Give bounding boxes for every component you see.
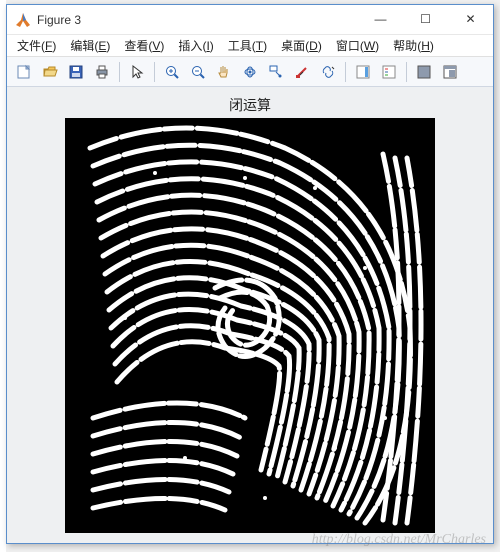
brush-icon [294, 64, 310, 80]
brush-button[interactable] [290, 60, 314, 84]
minimize-button[interactable]: — [358, 5, 403, 33]
menu-desktop[interactable]: 桌面(D) [275, 35, 328, 56]
data-cursor-button[interactable] [264, 60, 288, 84]
figure-window: Figure 3 — ☐ ✕ 文件(F) 编辑(E) 查看(V) 插入(I) 工… [6, 4, 494, 544]
insert-colorbar-button[interactable] [351, 60, 375, 84]
insert-legend-button[interactable] [377, 60, 401, 84]
new-figure-button[interactable] [12, 60, 36, 84]
matlab-app-icon [15, 12, 31, 28]
axes-title: 闭运算 [229, 95, 271, 115]
titlebar: Figure 3 — ☐ ✕ [7, 5, 493, 35]
data-cursor-icon [268, 64, 284, 80]
menu-file[interactable]: 文件(F) [11, 35, 62, 56]
hide-plot-tools-button[interactable] [412, 60, 436, 84]
toolbar-separator [345, 62, 346, 82]
menubar: 文件(F) 编辑(E) 查看(V) 插入(I) 工具(T) 桌面(D) 窗口(W… [7, 35, 493, 57]
figure-client-area: 闭运算 [7, 87, 493, 543]
save-icon [68, 64, 84, 80]
link-icon [320, 64, 336, 80]
maximize-icon: ☐ [420, 12, 431, 26]
print-button[interactable] [90, 60, 114, 84]
zoom-out-button[interactable] [186, 60, 210, 84]
menu-edit[interactable]: 编辑(E) [64, 35, 116, 56]
minimize-icon: — [375, 12, 387, 26]
edit-plot-button[interactable] [125, 60, 149, 84]
pan-button[interactable] [212, 60, 236, 84]
menu-view[interactable]: 查看(V) [118, 35, 170, 56]
print-icon [94, 64, 110, 80]
zoom-in-icon [164, 64, 180, 80]
toolbar-separator [406, 62, 407, 82]
maximize-button[interactable]: ☐ [403, 5, 448, 33]
toolbar-separator [119, 62, 120, 82]
colorbar-icon [355, 64, 371, 80]
rotate-3d-icon [242, 64, 258, 80]
toolbar [7, 57, 493, 87]
menu-insert[interactable]: 插入(I) [172, 35, 219, 56]
menu-tools[interactable]: 工具(T) [222, 35, 273, 56]
link-button[interactable] [316, 60, 340, 84]
window-title: Figure 3 [37, 13, 358, 27]
axes-image[interactable] [65, 118, 435, 533]
menu-help[interactable]: 帮助(H) [387, 35, 440, 56]
hide-tools-icon [416, 64, 432, 80]
show-plot-tools-button[interactable] [438, 60, 462, 84]
zoom-out-icon [190, 64, 206, 80]
zoom-in-button[interactable] [160, 60, 184, 84]
legend-icon [381, 64, 397, 80]
dock-icon [442, 64, 458, 80]
save-button[interactable] [64, 60, 88, 84]
close-button[interactable]: ✕ [448, 5, 493, 33]
menu-window[interactable]: 窗口(W) [330, 35, 385, 56]
window-controls: — ☐ ✕ [358, 5, 493, 34]
toolbar-separator [154, 62, 155, 82]
open-icon [42, 64, 58, 80]
new-figure-icon [16, 64, 32, 80]
pan-icon [216, 64, 232, 80]
fingerprint-image [65, 118, 435, 533]
open-button[interactable] [38, 60, 62, 84]
rotate-3d-button[interactable] [238, 60, 262, 84]
arrow-pointer-icon [129, 64, 145, 80]
close-icon: ✕ [465, 12, 475, 26]
